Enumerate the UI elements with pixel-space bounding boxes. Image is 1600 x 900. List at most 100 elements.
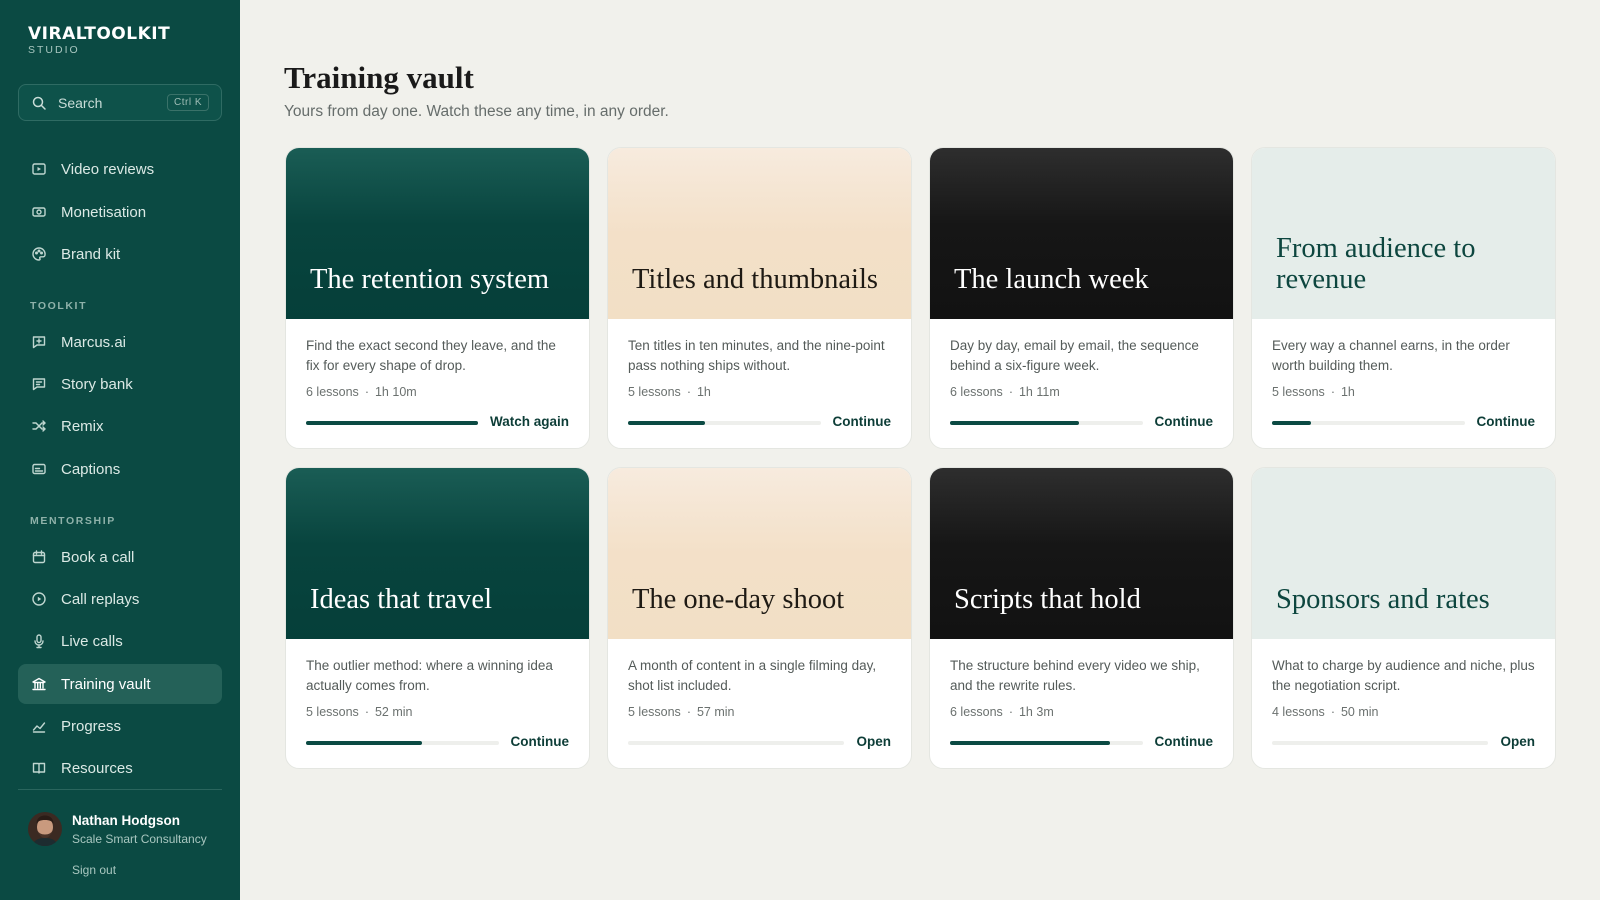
lesson-count: 4 lessons bbox=[1272, 705, 1325, 719]
play-circle-icon bbox=[32, 592, 46, 606]
brand-sub: STUDIO bbox=[28, 44, 80, 56]
course-banner: Ideas that travel bbox=[286, 468, 589, 639]
lesson-count: 6 lessons bbox=[950, 705, 1003, 719]
meta-separator: · bbox=[1008, 705, 1013, 719]
sidebar-item-label: Live calls bbox=[61, 632, 123, 650]
course-title: Titles and thumbnails bbox=[632, 264, 878, 295]
sidebar-item-story-bank[interactable]: Story bank bbox=[18, 364, 222, 404]
progress-fill bbox=[306, 741, 422, 745]
sidebar-item-marcus-ai[interactable]: Marcus.ai bbox=[18, 322, 222, 362]
lesson-count: 5 lessons bbox=[628, 705, 681, 719]
sign-out-link[interactable]: Sign out bbox=[72, 863, 116, 877]
sidebar-item-resources[interactable]: Resources bbox=[18, 748, 222, 788]
course-meta: 6 lessons · 1h 11m bbox=[950, 385, 1060, 399]
sidebar-item-live-calls[interactable]: Live calls bbox=[18, 621, 222, 661]
sidebar-item-label: Video reviews bbox=[61, 160, 155, 178]
sidebar-item-call-replays[interactable]: Call replays bbox=[18, 579, 222, 619]
course-duration: 1h 10m bbox=[374, 385, 417, 399]
sidebar-item-progress[interactable]: Progress bbox=[18, 706, 222, 746]
section-label-toolkit: TOOLKIT bbox=[30, 300, 88, 312]
course-card[interactable]: Sponsors and rates What to charge by audi… bbox=[1251, 467, 1556, 769]
course-action-button[interactable]: Continue bbox=[1477, 414, 1536, 429]
course-description: Ten titles in ten minutes, and the nine-… bbox=[628, 338, 885, 373]
sidebar-item-remix[interactable]: Remix bbox=[18, 406, 222, 446]
course-duration: 1h bbox=[1340, 385, 1355, 399]
sidebar-item-video-reviews[interactable]: Video reviews bbox=[18, 149, 222, 189]
palette-icon bbox=[32, 247, 46, 261]
course-duration: 52 min bbox=[374, 705, 413, 719]
course-description: The structure behind every video we ship… bbox=[950, 658, 1200, 693]
course-action-button[interactable]: Continue bbox=[511, 734, 570, 749]
course-banner: The one-day shoot bbox=[608, 468, 911, 639]
chart-line-icon bbox=[32, 722, 46, 733]
course-meta: 5 lessons · 57 min bbox=[628, 705, 735, 719]
user-profile[interactable]: Nathan Hodgson Scale Smart Consultancy bbox=[28, 812, 207, 846]
progress-fill bbox=[950, 741, 1110, 745]
course-card[interactable]: Scripts that hold The structure behind ev… bbox=[929, 467, 1234, 769]
course-action-button[interactable]: Continue bbox=[833, 414, 892, 429]
course-meta: 4 lessons · 50 min bbox=[1272, 705, 1379, 719]
meta-separator: · bbox=[686, 385, 691, 399]
lesson-count: 5 lessons bbox=[628, 385, 681, 399]
search-shortcut-badge: Ctrl K bbox=[167, 94, 209, 111]
course-card[interactable]: Ideas that travel The outlier method: whe… bbox=[285, 467, 590, 769]
sidebar-item-label: Captions bbox=[61, 460, 121, 478]
sidebar-item-monetisation[interactable]: Monetisation bbox=[18, 192, 222, 232]
sidebar-divider bbox=[18, 789, 222, 790]
sidebar-item-label: Call replays bbox=[61, 590, 140, 608]
progress-fill bbox=[306, 421, 478, 425]
course-card[interactable]: From audience to revenue Every way a chan… bbox=[1251, 147, 1556, 449]
sidebar-item-captions[interactable]: Captions bbox=[18, 449, 222, 489]
course-card[interactable]: The launch week Day by day, email by emai… bbox=[929, 147, 1234, 449]
sidebar-item-brand-kit[interactable]: Brand kit bbox=[18, 234, 222, 274]
course-meta: 6 lessons · 1h 10m bbox=[306, 385, 417, 399]
progress-track bbox=[1272, 741, 1489, 745]
captions-icon bbox=[32, 463, 46, 475]
course-title: Ideas that travel bbox=[310, 584, 492, 615]
avatar bbox=[28, 812, 62, 846]
sidebar-item-label: Remix bbox=[61, 417, 104, 435]
search-input[interactable]: Search Ctrl K bbox=[18, 84, 222, 121]
chat-sparkle-icon bbox=[32, 336, 46, 349]
vault-icon bbox=[32, 677, 46, 691]
progress-track bbox=[1272, 421, 1465, 425]
course-title: The retention system bbox=[310, 264, 550, 295]
course-card[interactable]: The one-day shoot A month of content in a… bbox=[607, 467, 912, 769]
meta-separator: · bbox=[686, 705, 691, 719]
sidebar-item-label: Brand kit bbox=[61, 245, 121, 263]
sidebar: VIRALTOOLKIT STUDIO Search Ctrl K Video … bbox=[0, 0, 240, 900]
course-banner: Titles and thumbnails bbox=[608, 148, 911, 319]
course-action-button[interactable]: Open bbox=[856, 734, 891, 749]
course-action-button[interactable]: Continue bbox=[1155, 734, 1214, 749]
sidebar-item-label: Marcus.ai bbox=[61, 333, 127, 351]
microphone-icon bbox=[34, 634, 44, 649]
brand-logo[interactable]: VIRALTOOLKIT STUDIO bbox=[28, 26, 170, 57]
sidebar-item-training-vault[interactable]: Training vault bbox=[18, 664, 222, 704]
sidebar-item-label: Resources bbox=[61, 759, 133, 777]
progress-track bbox=[306, 421, 478, 425]
course-meta: 5 lessons · 52 min bbox=[306, 705, 413, 719]
sidebar-item-book-a-call[interactable]: Book a call bbox=[18, 537, 222, 577]
meta-separator: · bbox=[1008, 385, 1013, 399]
page-subtitle: Yours from day one. Watch these any time… bbox=[284, 103, 669, 120]
course-description: What to charge by audience and niche, pl… bbox=[1272, 658, 1535, 693]
course-card[interactable]: The retention system Find the exact secon… bbox=[285, 147, 590, 449]
course-action-button[interactable]: Open bbox=[1500, 734, 1535, 749]
course-action-button[interactable]: Continue bbox=[1155, 414, 1214, 429]
calendar-icon bbox=[32, 550, 46, 564]
course-title: The launch week bbox=[954, 264, 1149, 295]
meta-separator: · bbox=[1330, 385, 1335, 399]
sidebar-item-label: Monetisation bbox=[61, 203, 147, 221]
progress-fill bbox=[628, 421, 705, 425]
book-icon bbox=[32, 762, 46, 774]
course-card[interactable]: Titles and thumbnails Ten titles in ten m… bbox=[607, 147, 912, 449]
lesson-count: 5 lessons bbox=[1272, 385, 1325, 399]
lesson-count: 6 lessons bbox=[950, 385, 1003, 399]
lesson-count: 6 lessons bbox=[306, 385, 359, 399]
message-icon bbox=[32, 378, 46, 391]
course-duration: 50 min bbox=[1340, 705, 1379, 719]
page-title: Training vault bbox=[284, 60, 474, 95]
course-action-button[interactable]: Watch again bbox=[490, 414, 569, 429]
course-duration: 1h bbox=[696, 385, 711, 399]
search-placeholder: Search bbox=[58, 94, 103, 111]
